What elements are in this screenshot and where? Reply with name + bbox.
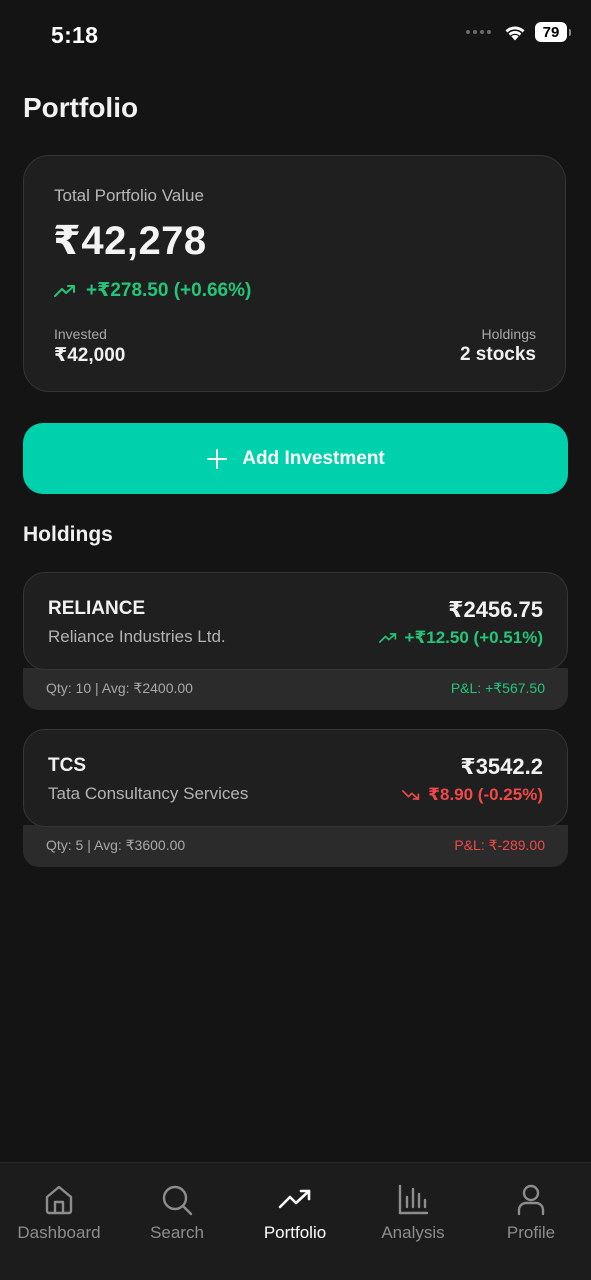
home-icon (45, 1185, 73, 1215)
wifi-icon (505, 26, 525, 41)
search-icon (162, 1185, 193, 1216)
holding-change-value: +₹12.50 (+0.51%) (404, 628, 543, 647)
signal-dots-icon (466, 30, 491, 34)
nav-label: Search (150, 1223, 204, 1242)
page-title: Portfolio (23, 92, 139, 123)
trending-up-icon (54, 284, 75, 297)
status-time: 5:18 (51, 22, 99, 48)
add-investment-label: Add Investment (242, 447, 385, 469)
invested-value: ₹42,000 (54, 345, 126, 366)
holding-main[interactable]: TCS Tata Consultancy Services ₹3542.2 ₹8… (23, 729, 568, 827)
holding-footer: Qty: 5 | Avg: ₹3600.00 P&L: ₹-289.00 (23, 825, 568, 867)
battery-indicator: 79 (535, 22, 571, 42)
plus-icon (207, 448, 228, 469)
holding-price: ₹3542.2 (460, 754, 543, 779)
holding-qty-avg: Qty: 10 | Avg: ₹2400.00 (46, 680, 193, 696)
holding-change: ₹8.90 (-0.25%) (402, 785, 543, 805)
trending-up-icon (278, 1189, 311, 1209)
holding-pnl: P&L: ₹-289.00 (454, 837, 545, 853)
holding-symbol: RELIANCE (48, 598, 146, 619)
holding-card-reliance[interactable]: RELIANCE Reliance Industries Ltd. ₹2456.… (23, 572, 568, 710)
trending-down-icon (402, 790, 420, 800)
nav-search[interactable]: Search (118, 1183, 236, 1243)
add-investment-button[interactable]: Add Investment (23, 423, 568, 494)
nav-label: Dashboard (17, 1223, 101, 1242)
total-value: ₹42,278 (53, 219, 207, 263)
holding-change-value: ₹8.90 (-0.25%) (428, 785, 543, 804)
total-change: +₹278.50 (+0.66%) (54, 279, 251, 302)
nav-profile[interactable]: Profile (472, 1183, 590, 1243)
nav-label: Analysis (381, 1223, 445, 1242)
holding-qty-avg: Qty: 5 | Avg: ₹3600.00 (46, 837, 186, 853)
holding-pnl: P&L: +₹567.50 (450, 680, 545, 696)
holding-card-tcs[interactable]: TCS Tata Consultancy Services ₹3542.2 ₹8… (23, 729, 568, 867)
total-value-label: Total Portfolio Value (54, 186, 204, 205)
portfolio-screen: 5:18 79 Portfolio Total Portfolio Value … (0, 0, 591, 1280)
holding-main[interactable]: RELIANCE Reliance Industries Ltd. ₹2456.… (23, 572, 568, 670)
nav-label: Profile (506, 1223, 556, 1242)
status-indicators: 79 (466, 22, 571, 42)
total-change-value: +₹278.50 (+0.66%) (86, 280, 252, 301)
status-bar: 5:18 79 (0, 0, 591, 70)
nav-portfolio[interactable]: Portfolio (236, 1183, 354, 1243)
holding-footer: Qty: 10 | Avg: ₹2400.00 P&L: +₹567.50 (23, 668, 568, 710)
nav-dashboard[interactable]: Dashboard (0, 1183, 118, 1243)
nav-analysis[interactable]: Analysis (354, 1183, 472, 1243)
invested-label: Invested (54, 326, 107, 342)
portfolio-summary-card: Total Portfolio Value ₹42,278 +₹278.50 (… (23, 155, 566, 392)
holdings-count-value: 2 stocks (459, 344, 536, 365)
holding-price: ₹2456.75 (448, 597, 543, 622)
bar-chart-icon (398, 1184, 429, 1215)
trending-up-icon (378, 633, 396, 643)
holding-name: Tata Consultancy Services (48, 784, 249, 803)
holding-change: +₹12.50 (+0.51%) (378, 628, 543, 648)
holding-symbol: TCS (48, 755, 86, 776)
bottom-nav: Dashboard Search Portfolio Analysis Prof… (0, 1162, 591, 1280)
nav-label: Portfolio (263, 1223, 327, 1242)
holdings-count-label: Holdings (481, 326, 536, 342)
holdings-heading: Holdings (23, 523, 113, 546)
holding-name: Reliance Industries Ltd. (48, 627, 226, 646)
user-icon (517, 1184, 545, 1216)
